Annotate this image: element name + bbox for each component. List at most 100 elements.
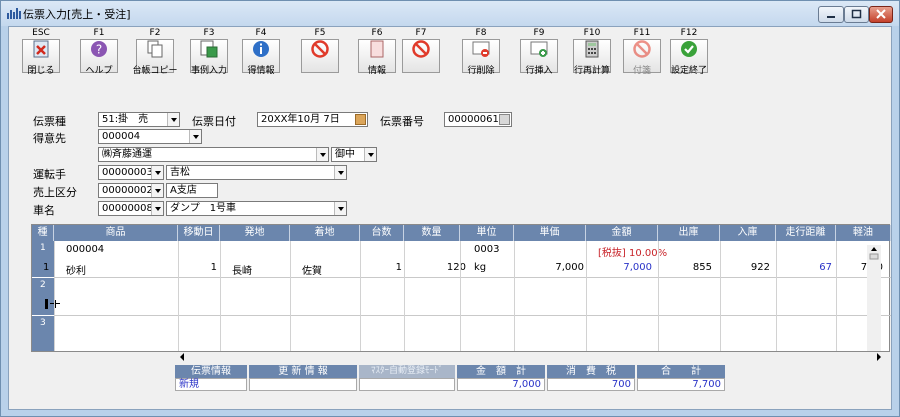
cell-to[interactable]: 佐賀 bbox=[302, 262, 322, 277]
chevron-down-icon[interactable] bbox=[334, 202, 346, 215]
detail-grid[interactable]: 種商品 移動日 発地 着地 台数 数量 単位 単価 金額 出庫 入庫 走行距離 軽油 1 2 3 000… bbox=[31, 224, 891, 352]
function-key-label: F1 bbox=[93, 28, 105, 38]
list-icon[interactable] bbox=[499, 114, 510, 125]
cell-unit-code[interactable]: 0003 bbox=[474, 244, 499, 255]
column-header[interactable]: 単価 bbox=[514, 225, 586, 241]
chevron-down-icon[interactable] bbox=[316, 148, 328, 161]
cell-move-day[interactable]: 1 bbox=[185, 262, 217, 273]
slip-no-field[interactable]: 00000061 bbox=[444, 112, 512, 127]
row-number-3-text: 3 bbox=[40, 318, 46, 328]
master-auto-value[interactable] bbox=[359, 378, 455, 391]
slip-no-value: 00000061 bbox=[448, 114, 499, 125]
slip-type-value: 51:掛 売 bbox=[102, 114, 149, 125]
chevron-down-icon[interactable] bbox=[334, 166, 346, 179]
cell-out[interactable]: 855 bbox=[672, 262, 712, 273]
chevron-down-icon[interactable] bbox=[189, 130, 201, 143]
title-bar[interactable]: 伝票入力[売上・受注] bbox=[1, 1, 899, 26]
driver-code-select[interactable]: 00000003 bbox=[98, 165, 164, 180]
chevron-down-icon[interactable] bbox=[151, 166, 163, 179]
copy-icon bbox=[147, 40, 163, 58]
minimize-button[interactable] bbox=[818, 6, 844, 23]
cell-product-code[interactable]: 000004 bbox=[66, 244, 104, 255]
function-key-label: F2 bbox=[149, 28, 161, 38]
cell-product[interactable]: 砂利 bbox=[66, 262, 86, 277]
customer-name-select[interactable]: ㈱斉藤通運 bbox=[98, 147, 329, 162]
cell-from[interactable]: 長崎 bbox=[232, 262, 252, 277]
column-header[interactable]: 数量 bbox=[404, 225, 460, 241]
cell-in[interactable]: 922 bbox=[732, 262, 770, 273]
cell-price[interactable]: 7,000 bbox=[528, 262, 584, 273]
toolbar-f2-button[interactable]: F2 台帳コピー bbox=[127, 27, 183, 82]
chevron-down-icon[interactable] bbox=[151, 184, 163, 197]
column-header[interactable]: 移動日 bbox=[178, 225, 220, 241]
calendar-icon[interactable] bbox=[355, 114, 366, 125]
toolbar-f1-button[interactable]: F1? ヘルプ bbox=[71, 27, 127, 82]
column-header[interactable]: 商品 bbox=[54, 225, 178, 241]
row-divider bbox=[54, 315, 891, 316]
horizontal-scrollbar[interactable] bbox=[178, 352, 883, 362]
column-header[interactable]: 走行距離 bbox=[776, 225, 836, 241]
toolbar-f8-button[interactable]: F8 行削除 bbox=[453, 27, 509, 82]
cell-unit[interactable]: kg bbox=[474, 262, 486, 273]
column-header[interactable]: 軽油 bbox=[836, 225, 891, 241]
svg-text:?: ? bbox=[96, 43, 102, 57]
column-divider bbox=[360, 241, 361, 351]
column-header[interactable]: 金額 bbox=[586, 225, 658, 241]
column-header[interactable]: 出庫 bbox=[658, 225, 720, 241]
column-header[interactable]: 台数 bbox=[360, 225, 404, 241]
row-number-2-text: 2 bbox=[40, 280, 46, 290]
row-number-3[interactable]: 3 bbox=[32, 316, 54, 351]
chevron-down-icon[interactable] bbox=[167, 113, 179, 126]
prohibit-icon bbox=[311, 40, 329, 58]
column-header[interactable]: 単位 bbox=[460, 225, 514, 241]
cell-amount[interactable]: 7,000 bbox=[598, 262, 652, 273]
driver-name-select[interactable]: 吉松 bbox=[166, 165, 347, 180]
chevron-down-icon[interactable] bbox=[364, 148, 376, 161]
update-info-value bbox=[249, 378, 357, 391]
info-icon bbox=[253, 41, 269, 57]
close-button[interactable] bbox=[869, 6, 893, 23]
column-header[interactable]: 種 bbox=[32, 225, 54, 241]
column-header[interactable]: 入庫 bbox=[720, 225, 776, 241]
column-header[interactable]: 発地 bbox=[220, 225, 290, 241]
function-key-label: F9 bbox=[533, 28, 545, 38]
customer-name-value: ㈱斉藤通運 bbox=[102, 149, 152, 160]
maximize-button[interactable] bbox=[844, 6, 869, 23]
toolbar-f12-button[interactable]: F12 設定終了 bbox=[661, 27, 717, 82]
insert-row-icon bbox=[530, 41, 548, 57]
slip-date-field[interactable]: 20XX年10月 7日 bbox=[257, 112, 368, 127]
sales-class-code-select[interactable]: 00000002 bbox=[98, 183, 164, 198]
honorific-select[interactable]: 御中 bbox=[331, 147, 377, 162]
slip-type-select[interactable]: 51:掛 売 bbox=[98, 112, 180, 127]
chevron-down-icon[interactable] bbox=[151, 202, 163, 215]
sales-class-name-value: A支店 bbox=[170, 185, 197, 196]
function-toolbar: ESC 閉じる F1? ヘルプ F2 台帳コピー F3 事例入力 F4 得情報 F5 F6 情報 F7 F8… bbox=[9, 27, 891, 82]
customer-code-select[interactable]: 000004 bbox=[98, 129, 202, 144]
vertical-scrollbar[interactable] bbox=[867, 245, 881, 351]
toolbar-f5-button[interactable]: F5 bbox=[292, 27, 348, 82]
cell-distance[interactable]: 67 bbox=[792, 262, 832, 273]
vehicle-name-select[interactable]: ダンプ 1号車 bbox=[166, 201, 347, 216]
cell-kind[interactable]: 1 bbox=[43, 262, 49, 273]
scroll-arrows-icon bbox=[180, 353, 881, 361]
vehicle-code-select[interactable]: 00000008 bbox=[98, 201, 164, 216]
cell-qty[interactable]: 120 bbox=[416, 262, 466, 273]
function-key-label: F3 bbox=[203, 28, 215, 38]
function-key-label: F5 bbox=[314, 28, 326, 38]
delete-row-icon bbox=[472, 41, 490, 57]
cell-count[interactable]: 1 bbox=[372, 262, 402, 273]
toolbar-f7-button[interactable]: F7 bbox=[393, 27, 449, 82]
tax-header: 消 費 税 bbox=[547, 365, 635, 378]
column-header[interactable]: 着地 bbox=[290, 225, 360, 241]
sales-class-name-field[interactable]: A支店 bbox=[166, 183, 218, 198]
toolbar-f9-button[interactable]: F9 行挿入 bbox=[511, 27, 567, 82]
driver-name-value: 吉松 bbox=[170, 167, 190, 178]
tax-value: 700 bbox=[547, 378, 635, 391]
example-icon bbox=[200, 40, 218, 58]
minimize-icon bbox=[827, 16, 835, 18]
toolbar-esc-button[interactable]: ESC 閉じる bbox=[13, 27, 69, 82]
slip-header-form: 伝票種 51:掛 売 伝票日付 20XX年10月 7日 伝票番号 0000006… bbox=[9, 82, 891, 225]
grid-header: 種商品 移動日 発地 着地 台数 数量 単位 単価 金額 出庫 入庫 走行距離 軽油 bbox=[32, 225, 891, 241]
toolbar-f4-button[interactable]: F4 得情報 bbox=[233, 27, 289, 82]
function-key-label: F7 bbox=[415, 28, 427, 38]
